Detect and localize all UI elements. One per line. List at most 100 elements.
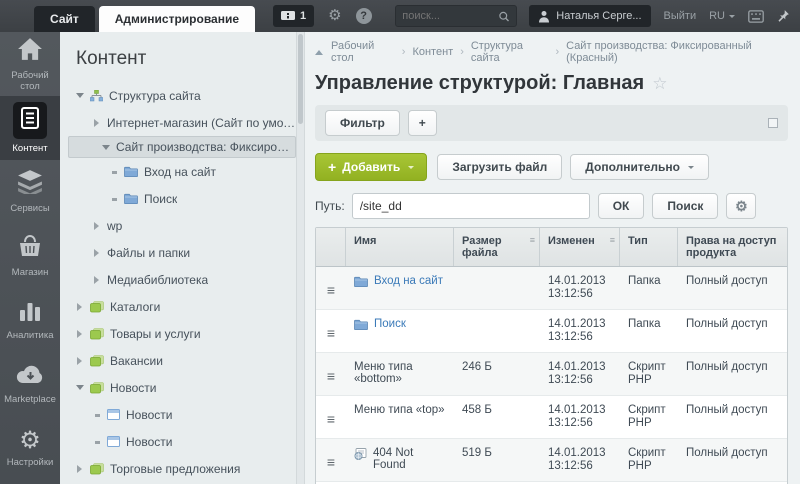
- sidebar-item-desktop[interactable]: Рабочий стол: [0, 32, 60, 96]
- row-menu-icon[interactable]: [327, 369, 335, 383]
- upload-file-button[interactable]: Загрузить файл: [437, 154, 563, 180]
- user-menu-button[interactable]: Наталья Серге...: [529, 5, 651, 27]
- table-row[interactable]: Поиск 14.01.201313:12:56 Папка Полный до…: [316, 310, 787, 353]
- collapse-panel-icon[interactable]: [768, 118, 778, 128]
- tree-item-news-child[interactable]: Новости: [60, 401, 296, 428]
- tab-site[interactable]: Сайт: [34, 6, 95, 32]
- logout-link[interactable]: Выйти: [664, 10, 697, 22]
- column-header-name[interactable]: Имя: [346, 228, 454, 266]
- row-menu-icon[interactable]: [327, 283, 335, 297]
- tree-item-news-child[interactable]: Новости: [60, 428, 296, 455]
- cell-modified: 14.01.2013 13:12:56: [548, 447, 606, 472]
- more-button[interactable]: Дополнительно: [570, 154, 709, 180]
- ok-button[interactable]: ОК: [597, 193, 645, 219]
- row-menu-icon[interactable]: [327, 326, 335, 340]
- table-row[interactable]: Вход на сайт 14.01.201313:12:56 Папка По…: [316, 267, 787, 310]
- breadcrumb-item[interactable]: Контент: [412, 46, 453, 58]
- scrollbar-thumb[interactable]: [298, 34, 303, 124]
- chevron-right-icon[interactable]: [74, 464, 86, 473]
- breadcrumb-item[interactable]: Сайт производства: Фиксированный (Красны…: [566, 40, 788, 64]
- tree-item-search-folder[interactable]: Поиск: [60, 185, 296, 212]
- column-header-modified[interactable]: Изменен: [540, 228, 620, 266]
- cell-type: Скрипт PHP: [628, 361, 666, 386]
- tree-item-trade-offers[interactable]: Торговые предложения: [60, 455, 296, 482]
- sidebar-item-content[interactable]: Контент: [0, 96, 60, 160]
- breadcrumb-item[interactable]: Структура сайта: [471, 40, 549, 64]
- chevron-right-icon[interactable]: [74, 329, 86, 338]
- sidebar-item-label: Магазин: [11, 267, 49, 278]
- tree-item-site-structure[interactable]: Структура сайта: [60, 82, 296, 109]
- sidebar-item-label: Контент: [12, 143, 48, 154]
- row-menu-icon[interactable]: [327, 412, 335, 426]
- chevron-right-icon[interactable]: [91, 118, 103, 127]
- document-icon: [13, 102, 47, 139]
- language-selector[interactable]: RU: [709, 10, 735, 22]
- table-row[interactable]: Меню типа «bottom» 246 Б 14.01.201313:12…: [316, 353, 787, 396]
- sidebar-item-analytics[interactable]: Аналитика: [0, 288, 60, 352]
- tree-scrollbar[interactable]: [296, 32, 305, 484]
- cell-type: Папка: [628, 275, 661, 287]
- sidebar-item-settings[interactable]: ⚙ Настройки: [0, 416, 60, 480]
- search-button[interactable]: Поиск: [652, 193, 719, 219]
- hotkeys-icon[interactable]: [748, 9, 764, 23]
- sidebar-item-label: Marketplace: [4, 394, 56, 405]
- notification-icon: [281, 10, 296, 20]
- chevron-right-icon[interactable]: [91, 221, 103, 230]
- sidebar-item-shop[interactable]: Магазин: [0, 224, 60, 288]
- filter-button[interactable]: Фильтр: [325, 110, 400, 136]
- row-menu-icon[interactable]: [327, 455, 335, 469]
- chevron-right-icon[interactable]: [91, 248, 103, 257]
- search-input[interactable]: [402, 10, 499, 22]
- chevron-right-icon[interactable]: [74, 356, 86, 365]
- tree-item-media-library[interactable]: Медиабиблиотека: [60, 266, 296, 293]
- tree-item-internet-shop[interactable]: Интернет-магазин (Сайт по умолчанию): [60, 109, 296, 136]
- tree-item-wp[interactable]: wp: [60, 212, 296, 239]
- column-header-size[interactable]: Размер файла: [454, 228, 540, 266]
- tree-item-files-folders[interactable]: Файлы и папки: [60, 239, 296, 266]
- tree-item-catalogs[interactable]: Каталоги: [60, 293, 296, 320]
- grid-settings-button[interactable]: ⚙: [726, 193, 757, 219]
- sort-icon[interactable]: [610, 235, 615, 245]
- pin-icon[interactable]: [776, 9, 790, 23]
- gear-icon[interactable]: ⚙: [328, 8, 341, 24]
- global-search[interactable]: [395, 5, 518, 27]
- chevron-down-icon[interactable]: [74, 89, 86, 102]
- sidebar-item-services[interactable]: Сервисы: [0, 160, 60, 224]
- sidebar-item-label: Аналитика: [6, 330, 54, 341]
- tree-item-news[interactable]: Новости: [60, 374, 296, 401]
- sitemap-icon: [90, 89, 103, 102]
- add-button[interactable]: Добавить: [315, 153, 428, 181]
- table-row[interactable]: 404 Not Found 519 Б 14.01.201313:12:56 С…: [316, 439, 787, 482]
- sort-icon[interactable]: [530, 235, 535, 245]
- tree-item-label: Поиск: [144, 191, 178, 206]
- favorite-star-icon[interactable]: [652, 74, 667, 94]
- table-row[interactable]: Меню типа «top» 458 Б 14.01.201313:12:56…: [316, 396, 787, 439]
- file-link[interactable]: Поиск: [374, 318, 406, 330]
- column-header-type[interactable]: Тип: [620, 228, 678, 266]
- tree-item-production-site[interactable]: Сайт производства: Фиксированный (Красны…: [68, 136, 296, 158]
- chevron-down-icon[interactable]: [74, 381, 86, 394]
- cell-size: [454, 267, 540, 283]
- file-link[interactable]: Вход на сайт: [374, 275, 443, 287]
- notifications-button[interactable]: 1: [273, 5, 315, 27]
- tree-item-vacancies[interactable]: Вакансии: [60, 347, 296, 374]
- breadcrumb-item[interactable]: Рабочий стол: [331, 40, 395, 64]
- breadcrumb-up-icon[interactable]: [315, 46, 323, 55]
- tab-administration[interactable]: Администрирование: [98, 6, 256, 32]
- chevron-right-icon[interactable]: [91, 275, 103, 284]
- chevron-right-icon[interactable]: [74, 302, 86, 311]
- path-input[interactable]: [351, 193, 590, 219]
- cell-modified: 14.01.2013 13:12:56: [548, 318, 606, 343]
- tree-item-label: Интернет-магазин (Сайт по умолчанию): [107, 115, 296, 130]
- help-icon[interactable]: ?: [355, 8, 372, 24]
- layers-icon: [17, 170, 43, 199]
- tree-item-site-login[interactable]: Вход на сайт: [60, 158, 296, 185]
- path-row: Путь: ОК Поиск ⚙: [315, 193, 788, 219]
- column-header-access[interactable]: Права на доступ продукта: [678, 228, 787, 266]
- top-bar: Сайт Администрирование 1 ⚙ ? Наталья Сер…: [0, 0, 800, 32]
- tree-item-goods-services[interactable]: Товары и услуги: [60, 320, 296, 347]
- sidebar-item-marketplace[interactable]: Marketplace: [0, 352, 60, 416]
- add-filter-button[interactable]: +: [407, 110, 437, 136]
- tree-panel-title: Контент: [76, 48, 147, 69]
- chevron-down-icon[interactable]: [100, 141, 112, 154]
